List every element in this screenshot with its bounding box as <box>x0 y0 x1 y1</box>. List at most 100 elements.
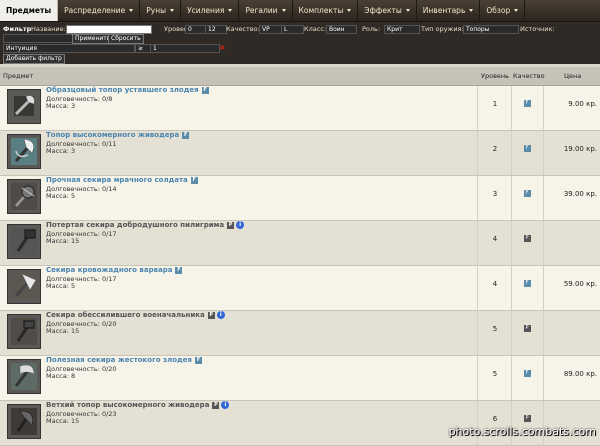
axe-icon[interactable] <box>7 359 41 394</box>
mass-text: Масса: 5 <box>46 282 76 290</box>
chevron-down-icon <box>170 9 175 12</box>
quality-badge: F <box>523 369 531 377</box>
nav-tab-label: Руны <box>146 6 167 15</box>
filter-panel: Фильтр Название: Уровень: 0 12 Качество:… <box>0 22 600 64</box>
axe-icon[interactable] <box>7 179 41 214</box>
axe-icon[interactable] <box>7 314 41 349</box>
weapon-type-label: Тип оружия: <box>421 25 464 33</box>
level-value: 5 <box>492 370 498 378</box>
table-row: Секира кровожадного варвара F Долговечност… <box>0 266 600 311</box>
axe-icon[interactable] <box>7 89 41 124</box>
item-name[interactable]: Полезная секира жестокого злодея F <box>46 356 202 364</box>
quality-badge: P <box>207 311 215 319</box>
quality-badge: F <box>182 131 190 139</box>
quality-badge: F <box>201 86 209 94</box>
quality-cell: P <box>512 234 542 242</box>
quality-badge: F <box>190 176 198 184</box>
column-divider <box>477 221 478 265</box>
nav-tab-2[interactable]: Руны <box>140 0 182 21</box>
axe-icon[interactable] <box>7 224 41 259</box>
nav-tab-6[interactable]: Эффекты <box>358 0 417 21</box>
column-divider <box>477 311 478 355</box>
column-divider <box>543 356 544 400</box>
level-value: 1 <box>492 100 498 108</box>
table-row: Образцовый топор уставшего злодея F Долгов… <box>0 86 600 131</box>
mass-text: Масса: 5 <box>46 192 76 200</box>
header-quality: Качество <box>513 72 545 80</box>
column-divider <box>477 176 478 220</box>
item-name-text: Секира обессилившего военачальника <box>46 311 205 319</box>
mass-text: Масса: 15 <box>46 327 80 335</box>
header-level: Уровень <box>481 72 509 80</box>
quality-badge: P <box>212 401 220 409</box>
add-filter-button[interactable]: Добавить фильтр <box>3 54 65 64</box>
nav-tab-7[interactable]: Инвентарь <box>417 0 481 21</box>
watermark: photo.scrolls.combats.com <box>448 425 596 438</box>
nav-tab-5[interactable]: Комплекты <box>293 0 359 21</box>
quality-select[interactable]: VP <box>259 25 282 34</box>
nav-tab-label: Предметы <box>6 6 52 15</box>
quality-cell: F <box>512 144 542 152</box>
mass-text: Масса: 3 <box>46 147 76 155</box>
item-name-text: Образцовый топор уставшего злодея <box>46 86 199 94</box>
nav-tab-0[interactable]: Предметы <box>0 0 59 21</box>
nav-tab-label: Усиления <box>187 6 225 15</box>
item-name[interactable]: Прочная секира мрачного солдата F <box>46 176 198 184</box>
class-select[interactable]: Воин <box>326 25 357 34</box>
item-name[interactable]: Секира кровожадного варвара F <box>46 266 183 274</box>
reset-button[interactable]: Сбросить <box>108 34 144 44</box>
quality-label: Качество: <box>226 25 260 33</box>
chevron-down-icon <box>347 9 352 12</box>
quality-badge: F <box>175 266 183 274</box>
nav-tab-8[interactable]: Обзор <box>480 0 526 21</box>
role-select[interactable]: Крит <box>384 25 420 34</box>
axe-icon[interactable] <box>7 404 41 439</box>
level-from-select[interactable]: 0 <box>185 25 207 34</box>
item-name[interactable]: Образцовый топор уставшего злодея F <box>46 86 209 94</box>
item-name-text: Ветхий топор высокомерного живодера <box>46 401 210 409</box>
level-to-select[interactable]: 12 <box>205 25 227 34</box>
quality-badge: F <box>523 99 531 107</box>
item-name[interactable]: Топор высокомерного живодера F <box>46 131 190 139</box>
nav-tab-label: Распределение <box>64 6 126 15</box>
role-label: Роль: <box>362 25 381 33</box>
price-value: 89.00 кр. <box>563 370 597 378</box>
column-divider <box>511 176 512 220</box>
column-divider <box>477 86 478 130</box>
column-divider <box>543 221 544 265</box>
nav-tab-4[interactable]: Регалии <box>239 0 293 21</box>
level-value: 4 <box>492 280 498 288</box>
name-input[interactable] <box>66 25 152 34</box>
nav-tab-label: Обзор <box>486 6 511 15</box>
axe-icon[interactable] <box>7 269 41 304</box>
source-select[interactable] <box>3 34 73 43</box>
remove-filter-icon[interactable]: × <box>219 44 226 52</box>
quality-select-2[interactable]: L <box>281 25 304 34</box>
nav-tab-1[interactable]: Распределение <box>58 0 141 21</box>
mass-text: Масса: 15 <box>46 417 80 425</box>
chevron-down-icon <box>405 9 410 12</box>
item-name: Ветхий топор высокомерного живодера Pi <box>46 401 230 409</box>
stat-select[interactable]: Интуиция <box>3 44 135 53</box>
column-divider <box>543 86 544 130</box>
level-value: 4 <box>492 235 498 243</box>
stat-amount-input[interactable]: 1 <box>150 44 220 53</box>
column-divider <box>511 221 512 265</box>
column-divider <box>511 356 512 400</box>
axe-icon[interactable] <box>7 134 41 169</box>
level-value: 3 <box>492 190 498 198</box>
quality-badge: F <box>523 279 531 287</box>
table-row: Топор высокомерного живодера F Долговечнос… <box>0 131 600 176</box>
weapon-type-select[interactable]: Топоры <box>463 25 519 34</box>
column-divider <box>511 131 512 175</box>
header-item: Предмет <box>3 72 34 80</box>
item-name: Секира обессилившего военачальника Pi <box>46 311 225 319</box>
level-value: 6 <box>492 415 498 423</box>
table-row: Ветхий топор высокомерного живодера Pi Дол… <box>0 401 600 446</box>
info-icon[interactable]: i <box>221 401 230 409</box>
info-icon[interactable]: i <box>236 221 245 229</box>
info-icon[interactable]: i <box>216 311 225 319</box>
name-label: Название: <box>31 25 66 33</box>
nav-tab-label: Регалии <box>245 6 278 15</box>
nav-tab-3[interactable]: Усиления <box>181 0 240 21</box>
